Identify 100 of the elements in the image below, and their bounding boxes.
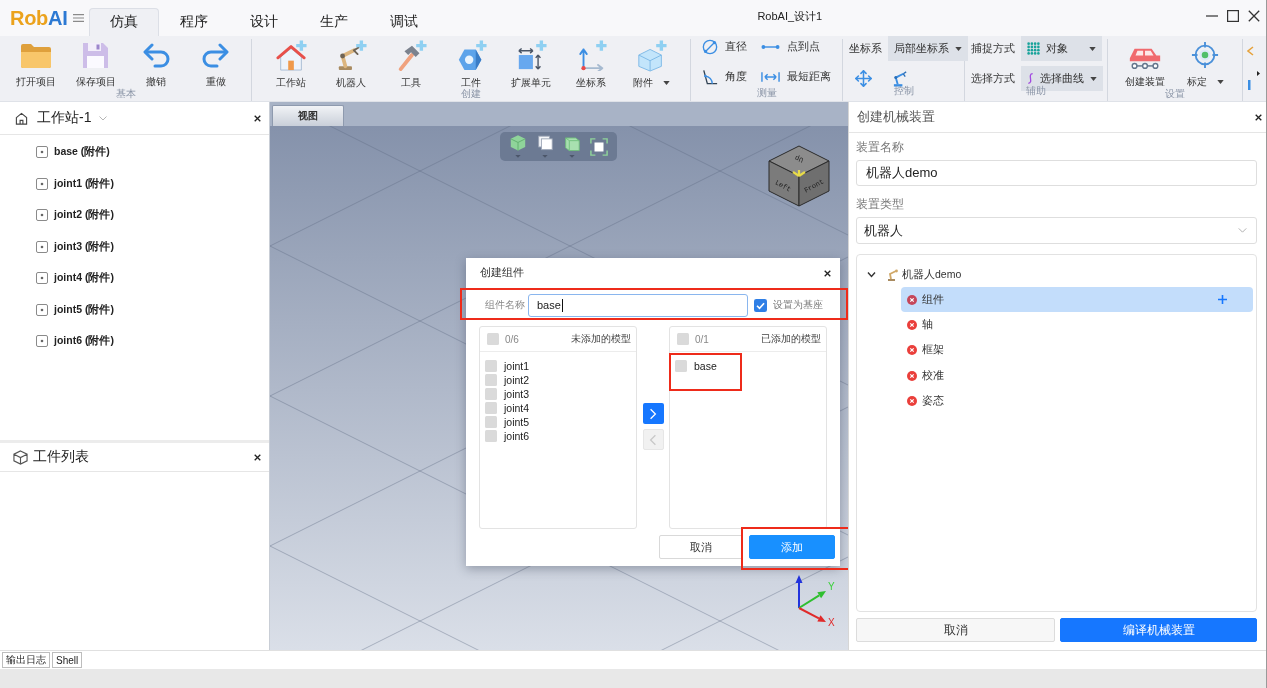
panel-title: 工件列表 (33, 448, 89, 466)
tree-item[interactable]: joint2 (附件) (0, 199, 269, 231)
view-tab[interactable]: 视图 (272, 105, 344, 126)
checkbox[interactable] (677, 333, 689, 345)
cube-icon (13, 449, 28, 465)
add-icon[interactable] (1218, 295, 1227, 305)
close-icon[interactable] (1248, 10, 1260, 22)
panel-tab[interactable]: Shell (52, 652, 83, 668)
ribbon-button[interactable]: 创建装置 (1115, 39, 1175, 89)
menu-tab[interactable]: 设计 (229, 8, 300, 36)
redo-arrow-icon (201, 42, 230, 68)
ribbon-button[interactable]: 直径 (702, 38, 747, 56)
close-icon[interactable] (254, 114, 261, 122)
view-cube[interactable] (768, 145, 830, 207)
logo-text: Rob (10, 7, 48, 29)
error-circle-icon (907, 294, 917, 305)
checkbox[interactable] (485, 388, 497, 400)
caret-down-icon (1090, 76, 1097, 81)
dropdown[interactable]: 局部坐标系 (888, 36, 968, 61)
home-icon (15, 111, 28, 125)
tree-item[interactable]: 姿态 (901, 388, 1253, 414)
cancel-button[interactable]: 取消 (856, 618, 1055, 642)
close-icon[interactable] (1255, 113, 1262, 121)
ribbon-button[interactable]: 保存项目 (65, 39, 126, 89)
tree-item[interactable]: joint1 (附件) (0, 168, 269, 200)
checkbox[interactable] (485, 416, 497, 428)
checkbox[interactable] (485, 374, 497, 386)
dialog-title: 创建组件 (480, 266, 524, 280)
close-icon[interactable] (254, 453, 261, 461)
ribbon-button[interactable]: 附件 (621, 39, 681, 89)
dropdown[interactable]: 机器人 (856, 217, 1257, 244)
text-input[interactable]: base (528, 293, 748, 317)
chevron-right-icon (649, 407, 657, 420)
tree-item[interactable]: joint5 (附件) (0, 294, 269, 326)
ribbon-button[interactable]: 扩展单元 (501, 39, 561, 89)
close-icon[interactable] (824, 269, 831, 277)
move-arrows-icon[interactable] (855, 70, 872, 87)
tree-item[interactable]: joint3 (附件) (0, 231, 269, 263)
tree-item[interactable]: joint4 (附件) (0, 262, 269, 294)
tree-label: 机器人demo (902, 267, 962, 282)
partial-tool-icon[interactable] (1247, 44, 1260, 90)
tree-item[interactable]: joint6 (附件) (0, 325, 269, 357)
ribbon-button[interactable]: 坐标系 (561, 39, 621, 89)
undo-arrow-icon (141, 42, 170, 68)
checkbox[interactable] (487, 333, 499, 345)
menu-tab[interactable]: 生产 (299, 8, 370, 36)
ribbon-button[interactable]: 工作站 (261, 39, 321, 89)
ribbon-button[interactable]: 工件 (441, 39, 501, 89)
solid-cube-icon[interactable] (508, 134, 527, 159)
fit-view-icon[interactable] (590, 137, 609, 156)
model-name[interactable]: joint4 (504, 402, 530, 414)
ribbon-button[interactable]: 角度 (702, 68, 747, 86)
dropdown[interactable]: 对象 (1021, 36, 1102, 61)
model-name[interactable]: base (694, 360, 717, 372)
maximize-icon[interactable] (1227, 10, 1239, 22)
robot-arm-icon[interactable] (892, 70, 909, 87)
ribbon-button[interactable]: 重做 (185, 39, 246, 89)
tree-item[interactable]: 框架 (901, 337, 1253, 363)
group-label: 控制 (893, 85, 914, 97)
model-name[interactable]: joint3 (504, 388, 530, 400)
transfer-button[interactable] (642, 403, 664, 424)
checkbox[interactable] (675, 360, 687, 372)
checkbox[interactable] (485, 430, 497, 442)
shaded-cube-icon[interactable] (563, 134, 582, 159)
circle-diameter-icon (702, 39, 718, 55)
ribbon-button[interactable]: 撤销 (125, 39, 186, 89)
chevron-down-icon[interactable] (867, 270, 876, 279)
model-name[interactable]: joint1 (504, 360, 530, 372)
axis-arrows-icon (795, 575, 826, 622)
menu-icon[interactable] (73, 14, 85, 22)
menu-tab[interactable]: 程序 (159, 8, 230, 36)
box-outline-icon[interactable] (535, 134, 554, 159)
target-icon (1191, 41, 1219, 69)
checkbox[interactable] (485, 402, 497, 414)
model-name[interactable]: joint5 (504, 416, 530, 428)
axis-label: Y (828, 581, 835, 592)
compile-button[interactable]: 编译机械装置 (1060, 618, 1257, 642)
panel-tab[interactable]: 输出日志 (2, 652, 50, 668)
tree-item[interactable]: 组件 (901, 287, 1253, 313)
menu-tab[interactable]: 调试 (369, 8, 440, 36)
field-label: 坐标系 (849, 41, 882, 56)
ribbon-button[interactable]: 最短距离 (761, 68, 831, 86)
text-input[interactable]: 机器人demo (856, 160, 1257, 186)
tree-item[interactable]: base (附件) (0, 136, 269, 168)
group-label: 测量 (756, 87, 777, 99)
cancel-button[interactable]: 取消 (659, 535, 743, 559)
tree-item[interactable]: 轴 (901, 312, 1253, 338)
model-name[interactable]: joint2 (504, 374, 530, 386)
chevron-left-icon (649, 433, 657, 446)
ribbon-button[interactable]: 机器人 (321, 39, 381, 89)
ribbon-button[interactable]: 标定 (1175, 39, 1235, 89)
axis-label: X (828, 617, 835, 627)
ribbon-button[interactable]: 点到点 (761, 38, 831, 56)
checkbox[interactable] (485, 360, 497, 372)
ribbon-button[interactable]: 工具 (381, 39, 441, 89)
checkbox[interactable] (754, 298, 767, 312)
menu-tab[interactable]: 仿真 (89, 8, 160, 36)
tree-item[interactable]: 校准 (901, 362, 1253, 389)
model-name[interactable]: joint6 (504, 430, 530, 442)
ribbon-button[interactable]: 打开项目 (5, 39, 66, 89)
